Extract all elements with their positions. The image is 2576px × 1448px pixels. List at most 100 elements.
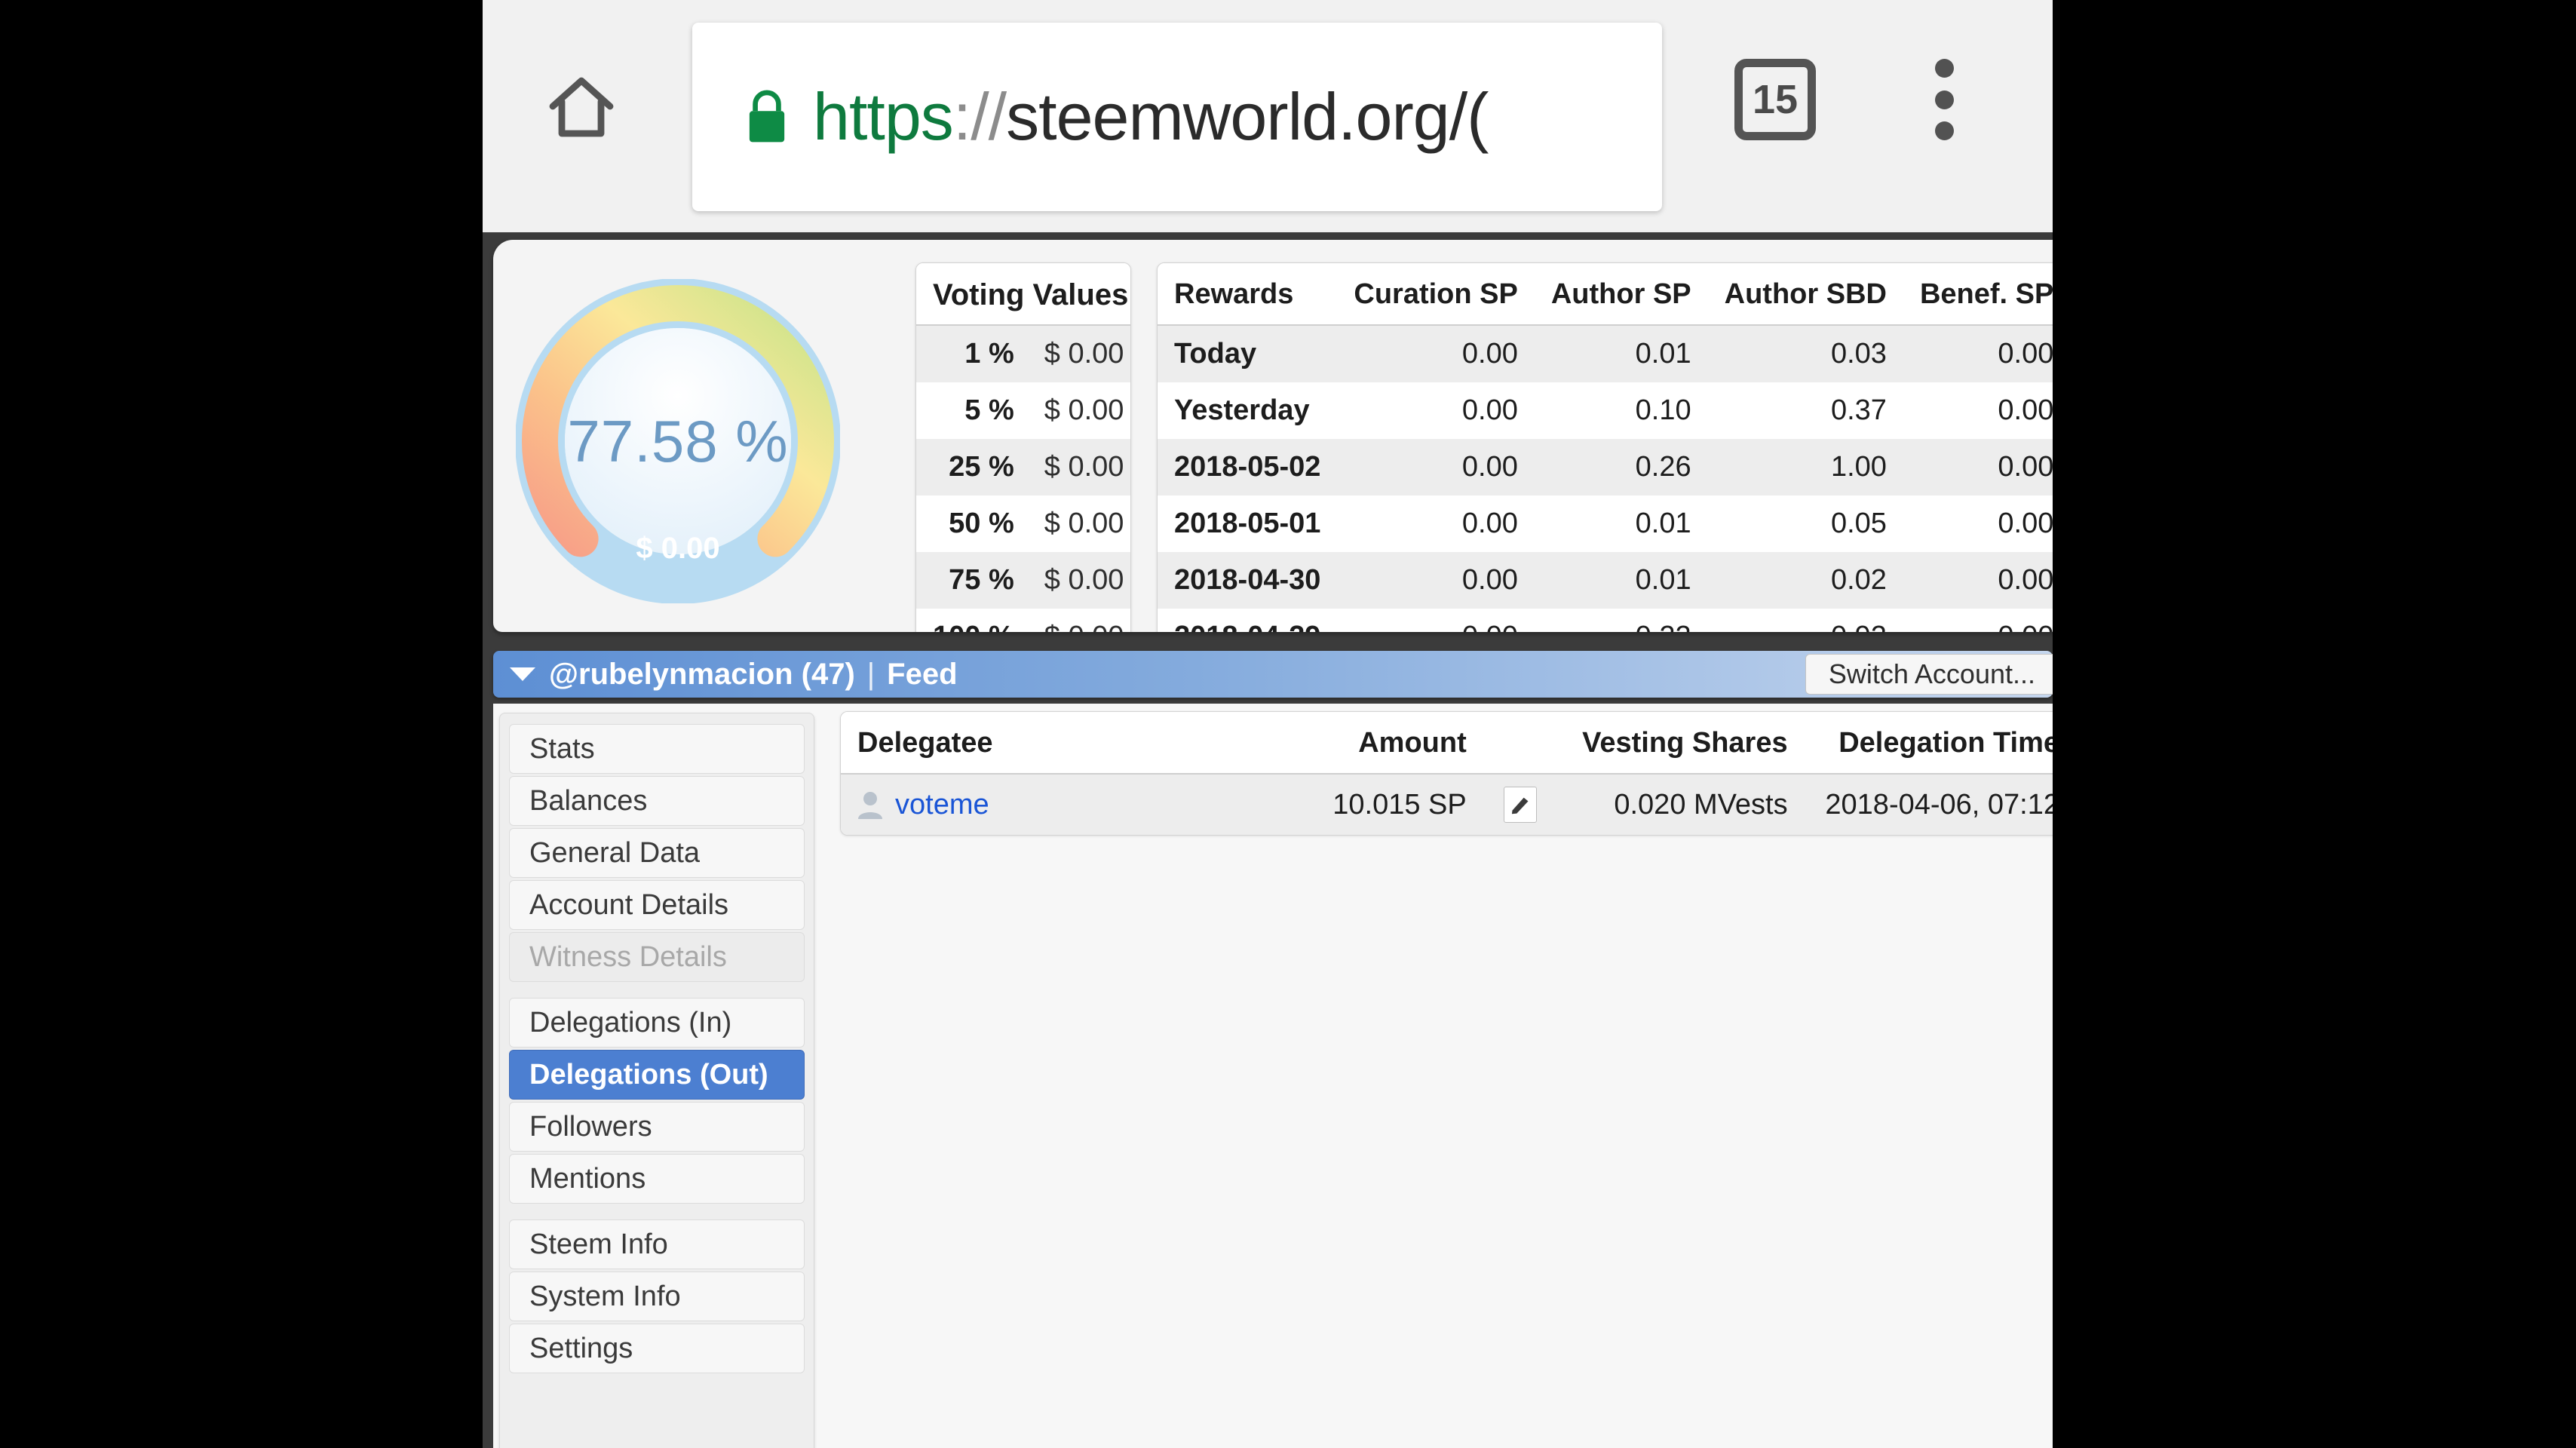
rewards-author-sp: 0.26 bbox=[1534, 439, 1708, 495]
home-icon[interactable] bbox=[525, 51, 638, 164]
deleg-col-vesting-shares: Vesting Shares bbox=[1557, 712, 1805, 775]
pencil-edit-icon[interactable] bbox=[1503, 787, 1537, 823]
tab-counter-button[interactable]: 15 bbox=[1734, 59, 1816, 140]
account-name-label: @rubelynmacion (47) bbox=[549, 657, 855, 691]
rewards-author-sbd: 0.37 bbox=[1707, 382, 1903, 439]
url-host-path: steemworld.org/( bbox=[1006, 79, 1489, 154]
sidebar-item-label: Account Details bbox=[529, 888, 729, 921]
voting-power-gauge: 77.58 % $ 0.00 bbox=[516, 279, 840, 603]
rewards-col-date: Rewards bbox=[1158, 263, 1338, 326]
table-row: 100 %$ 0.00 bbox=[916, 609, 1130, 632]
voting-power-usd: $ 0.00 bbox=[636, 532, 720, 565]
voting-percent: 1 % bbox=[916, 325, 1031, 382]
delegations-table: Delegatee Amount Vesting Shares Delegati… bbox=[841, 712, 2053, 835]
voting-percent: 75 % bbox=[916, 552, 1031, 609]
current-page-label: Feed bbox=[887, 657, 958, 691]
rewards-benef-sp: 0.00 bbox=[1903, 552, 2053, 609]
address-bar[interactable]: https://steemworld.org/( bbox=[692, 23, 1662, 211]
rewards-table: Rewards Curation SP Author SP Author SBD… bbox=[1158, 263, 2053, 632]
voting-power-percent: 77.58 % bbox=[567, 408, 789, 474]
sidebar-item-label: Followers bbox=[529, 1110, 652, 1143]
rewards-col-benef-sp: Benef. SP bbox=[1903, 263, 2053, 326]
table-row: 2018-04-30 0.00 0.01 0.02 0.00 0.09 bbox=[1158, 552, 2053, 609]
sidebar-item-label: Mentions bbox=[529, 1162, 646, 1195]
switch-account-button[interactable]: Switch Account... bbox=[1805, 654, 2053, 695]
deleg-delegatee-cell: voteme bbox=[841, 774, 1237, 835]
deleg-col-delegation-time: Delegation Time bbox=[1804, 712, 2053, 775]
deleg-vesting-shares: 0.020 MVests bbox=[1557, 774, 1805, 835]
rewards-benef-sp: 0.00 bbox=[1903, 382, 2053, 439]
table-header-row: Delegatee Amount Vesting Shares Delegati… bbox=[841, 712, 2053, 775]
rewards-author-sbd: 1.00 bbox=[1707, 439, 1903, 495]
deleg-col-delegatee: Delegatee bbox=[841, 712, 1237, 775]
url-scheme: https bbox=[813, 79, 954, 154]
sidebar-item-followers[interactable]: Followers bbox=[509, 1102, 805, 1152]
sidebar-item-settings[interactable]: Settings bbox=[509, 1324, 805, 1373]
sidebar-item-label: Balances bbox=[529, 784, 648, 817]
summary-card: 77.58 % $ 0.00 Voting Values 1 %$ 0.00 bbox=[493, 240, 2053, 632]
table-row: Yesterday 0.00 0.10 0.37 0.00 1.64 bbox=[1158, 382, 2053, 439]
sidebar-nav: Stats Balances General Data Account Deta… bbox=[499, 713, 814, 1448]
table-row: 75 % $ 0.00 bbox=[916, 552, 1130, 609]
rewards-curation-sp: 0.00 bbox=[1337, 382, 1535, 439]
table-row: 5 % $ 0.00 bbox=[916, 382, 1130, 439]
voting-value: $ 0.00 bbox=[1030, 552, 1130, 609]
table-row: Today 0.00 0.01 0.03 0.00 0.16 bbox=[1158, 325, 2053, 382]
sidebar-item-witness-details: Witness Details bbox=[509, 932, 805, 982]
voting-value: $ 0.00 bbox=[1030, 382, 1130, 439]
sidebar-item-system-info[interactable]: System Info bbox=[509, 1272, 805, 1321]
sidebar-item-account-details[interactable]: Account Details bbox=[509, 880, 805, 930]
rewards-author-sbd: 0.05 bbox=[1707, 495, 1903, 552]
rewards-col-author-sp: Author SP bbox=[1534, 263, 1708, 326]
table-header-row: Voting Values bbox=[916, 263, 1130, 326]
person-avatar-icon bbox=[858, 792, 882, 819]
deleg-edit-cell bbox=[1483, 774, 1558, 835]
delegatee-link[interactable]: voteme bbox=[895, 789, 989, 821]
sidebar-item-label: Witness Details bbox=[529, 940, 727, 973]
rewards-col-author-sbd: Author SBD bbox=[1707, 263, 1903, 326]
rewards-curation-sp: 0.00 bbox=[1337, 495, 1535, 552]
sidebar-item-stats[interactable]: Stats bbox=[509, 724, 805, 774]
sidebar-item-mentions[interactable]: Mentions bbox=[509, 1154, 805, 1204]
phone-viewport: https://steemworld.org/( 15 77.58 % $ 0.… bbox=[483, 0, 2053, 1448]
deleg-delegation-time: 2018-04-06, 07:12 bbox=[1804, 774, 2053, 835]
separator: | bbox=[866, 657, 876, 691]
rewards-author-sp: 0.01 bbox=[1534, 325, 1708, 382]
table-row: 1 % $ 0.00 bbox=[916, 325, 1130, 382]
sidebar-item-label: Settings bbox=[529, 1332, 633, 1364]
sidebar-item-label: Delegations (In) bbox=[529, 1006, 732, 1038]
lock-icon bbox=[749, 90, 785, 143]
overflow-menu-icon[interactable] bbox=[1910, 54, 1978, 145]
sidebar-item-delegations-in[interactable]: Delegations (In) bbox=[509, 998, 805, 1048]
sidebar-item-steem-info[interactable]: Steem Info bbox=[509, 1219, 805, 1269]
voting-value: $ 0.00 bbox=[1030, 439, 1130, 495]
delegatee-wrapper: voteme bbox=[857, 789, 1219, 821]
sidebar-item-label: Steem Info bbox=[529, 1228, 668, 1260]
sidebar-item-balances[interactable]: Balances bbox=[509, 776, 805, 826]
rewards-body: Today 0.00 0.01 0.03 0.00 0.16 Yesterday… bbox=[1158, 325, 2053, 632]
rewards-author-sp: 0.01 bbox=[1534, 495, 1708, 552]
sidebar-divider bbox=[509, 984, 805, 998]
switch-account-label: Switch Account... bbox=[1828, 658, 2035, 689]
sidebar-item-label: Delegations (Out) bbox=[529, 1058, 768, 1091]
rewards-benef-sp: 0.00 bbox=[1903, 495, 2053, 552]
voting-values-table: Voting Values 1 % $ 0.00 5 % $ 0.00 25 % $ … bbox=[916, 263, 1130, 632]
rewards-date: 2018-05-02 bbox=[1158, 439, 1338, 495]
delegations-out-panel: Delegatee Amount Vesting Shares Delegati… bbox=[840, 711, 2053, 836]
table-row: 25 % $ 0.00 bbox=[916, 439, 1130, 495]
sidebar-item-label: General Data bbox=[529, 836, 701, 869]
url-separator: :// bbox=[952, 79, 1007, 154]
rewards-author-sbd: 0.02 bbox=[1707, 552, 1903, 609]
voting-percent: 100 % bbox=[916, 609, 1031, 632]
sidebar-item-general-data[interactable]: General Data bbox=[509, 828, 805, 878]
caret-down-icon[interactable] bbox=[510, 667, 535, 681]
table-row: 2018-05-01 0.00 0.01 0.05 0.00 0.21 bbox=[1158, 495, 2053, 552]
url-text: https://steemworld.org/( bbox=[813, 84, 1489, 150]
rewards-author-sp: 0.10 bbox=[1534, 382, 1708, 439]
rewards-col-curation-sp: Curation SP bbox=[1337, 263, 1535, 326]
rewards-author-sp: 0.22 bbox=[1534, 609, 1708, 632]
voting-percent: 50 % bbox=[916, 495, 1031, 552]
screenshot-root: https://steemworld.org/( 15 77.58 % $ 0.… bbox=[0, 0, 2576, 1448]
sidebar-item-label: Stats bbox=[529, 732, 595, 765]
sidebar-item-delegations-out[interactable]: Delegations (Out) bbox=[509, 1050, 805, 1100]
